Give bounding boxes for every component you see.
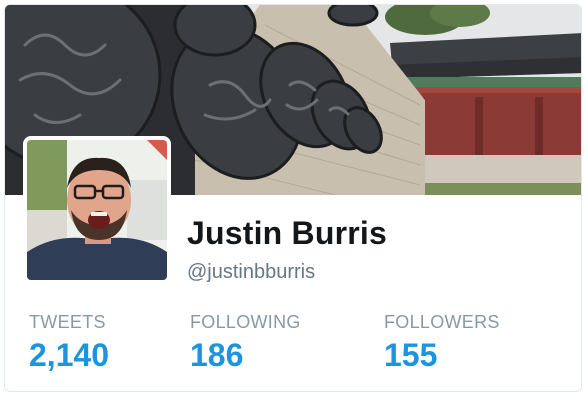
- stat-tweets-value: 2,140: [29, 337, 110, 373]
- profile-name[interactable]: Justin Burris: [187, 215, 387, 252]
- stat-tweets-label: TWEETS: [29, 312, 106, 332]
- profile-handle[interactable]: @justinbburris: [187, 261, 315, 284]
- stat-followers[interactable]: FOLLOWERS 155: [384, 311, 500, 373]
- stat-following-value: 186: [190, 337, 244, 373]
- stat-tweets[interactable]: TWEETS 2,140: [29, 311, 109, 373]
- stat-followers-value: 155: [384, 337, 438, 373]
- profile-avatar[interactable]: [23, 136, 171, 284]
- stat-following[interactable]: FOLLOWING 186: [190, 311, 301, 373]
- stat-followers-label: FOLLOWERS: [384, 312, 500, 332]
- stat-following-label: FOLLOWING: [190, 312, 301, 332]
- profile-card: Justin Burris @justinbburris TWEETS 2,14…: [4, 4, 582, 392]
